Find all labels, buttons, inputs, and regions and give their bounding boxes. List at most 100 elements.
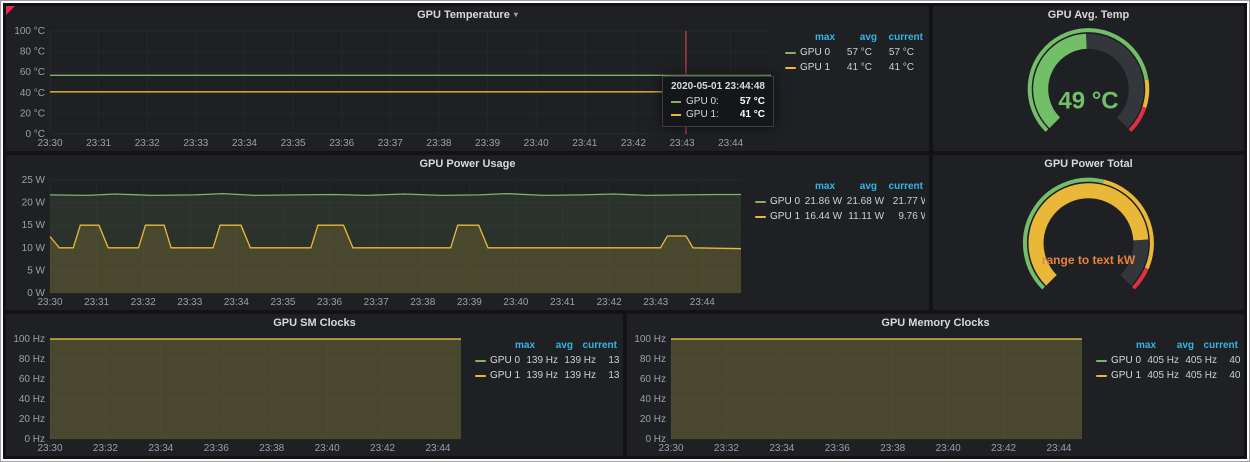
svg-text:23:31: 23:31 [84, 297, 109, 308]
gpu-power-total-gauge: range to text kW [937, 173, 1240, 308]
legend-row: GPU 141 °C41 °C41 °C [785, 60, 923, 75]
svg-text:23:34: 23:34 [148, 443, 173, 454]
svg-text:23:40: 23:40 [524, 138, 549, 149]
panel-title-gpu-temperature[interactable]: GPU Temperature ▾ [6, 6, 929, 24]
svg-text:23:44: 23:44 [718, 138, 743, 149]
legend-value: 41 °C [914, 60, 925, 75]
alert-corner-icon[interactable] [6, 6, 15, 15]
legend-series-name[interactable]: GPU 0 [1096, 353, 1141, 368]
svg-text:23:32: 23:32 [714, 443, 739, 454]
legend-value: 405 Hz [1217, 353, 1240, 368]
svg-text:100 °C: 100 °C [14, 26, 45, 37]
svg-text:23:44: 23:44 [425, 443, 450, 454]
tooltip-row: GPU 1: 41 °C [671, 108, 765, 121]
svg-text:40 Hz: 40 Hz [640, 394, 666, 405]
series-color-icon [1096, 360, 1107, 362]
dashboard-row-2: GPU Power Usage 0 W5 W10 W15 W20 W25 W23… [6, 155, 1244, 310]
legend-value: 139 Hz [520, 353, 558, 368]
svg-text:23:42: 23:42 [597, 297, 622, 308]
legend-gpu-temperature: maxavgcurrentGPU 057 °C57 °C57 °CGPU 141… [779, 24, 925, 149]
panel-title-gpu-power-usage[interactable]: GPU Power Usage [6, 155, 929, 173]
gpu-power-usage-chart[interactable]: 0 W5 W10 W15 W20 W25 W23:3023:3123:3223:… [10, 173, 749, 308]
panel-title-gpu-sm-clocks[interactable]: GPU SM Clocks [6, 314, 623, 332]
panel-title-text: GPU Memory Clocks [881, 317, 989, 329]
svg-text:100 Hz: 100 Hz [13, 334, 45, 345]
legend-value: 405 Hz [1179, 368, 1217, 383]
panel-gpu-memory-clocks: GPU Memory Clocks 0 Hz20 Hz40 Hz60 Hz80 … [627, 314, 1244, 456]
svg-text:23:43: 23:43 [643, 297, 668, 308]
legend-header-cell: max [497, 338, 535, 353]
svg-text:15 W: 15 W [22, 220, 46, 231]
svg-text:23:40: 23:40 [936, 443, 961, 454]
svg-text:23:42: 23:42 [621, 138, 646, 149]
svg-text:23:36: 23:36 [825, 443, 850, 454]
svg-text:23:34: 23:34 [224, 297, 249, 308]
svg-text:80 °C: 80 °C [20, 47, 45, 58]
svg-text:23:37: 23:37 [378, 138, 403, 149]
chart-tooltip: 2020-05-01 23:44:48 GPU 0: 57 °C GPU 1: … [662, 76, 774, 127]
chevron-down-icon: ▾ [514, 11, 518, 19]
gpu-memory-clocks-chart[interactable]: 0 Hz20 Hz40 Hz60 Hz80 Hz100 Hz23:3023:32… [631, 332, 1090, 454]
legend-value: 21.77 W [884, 194, 925, 209]
svg-text:60 °C: 60 °C [20, 67, 45, 78]
svg-text:range to text kW: range to text kW [1042, 253, 1136, 267]
svg-text:23:30: 23:30 [37, 443, 62, 454]
svg-text:23:34: 23:34 [232, 138, 257, 149]
svg-text:23:32: 23:32 [131, 297, 156, 308]
legend-header-cell: avg [835, 30, 877, 45]
legend-header-cell: max [1118, 338, 1156, 353]
svg-text:80 Hz: 80 Hz [19, 354, 45, 365]
legend-series-name[interactable]: GPU 0 [755, 194, 800, 209]
legend-value: 57 °C [830, 45, 872, 60]
svg-text:23:40: 23:40 [315, 443, 340, 454]
svg-text:23:44: 23:44 [1046, 443, 1071, 454]
svg-text:23:36: 23:36 [204, 443, 229, 454]
plot-area: 0 Hz20 Hz40 Hz60 Hz80 Hz100 Hz23:3023:32… [10, 332, 469, 454]
legend-series-name[interactable]: GPU 1 [1096, 368, 1141, 383]
svg-text:23:32: 23:32 [93, 443, 118, 454]
legend-series-name[interactable]: GPU 0 [475, 353, 520, 368]
gpu-sm-clocks-chart[interactable]: 0 Hz20 Hz40 Hz60 Hz80 Hz100 Hz23:3023:32… [10, 332, 469, 454]
legend-header: maxavgcurrent [1096, 338, 1238, 353]
series-color-icon [785, 52, 796, 54]
svg-text:60 Hz: 60 Hz [640, 374, 666, 385]
legend-row: GPU 1405 Hz405 Hz405 Hz [1096, 368, 1238, 383]
svg-text:20 Hz: 20 Hz [19, 414, 45, 425]
legend-header-cell: max [793, 30, 835, 45]
panel-body: 0 Hz20 Hz40 Hz60 Hz80 Hz100 Hz23:3023:32… [6, 332, 623, 456]
legend-value: 41 °C [872, 60, 914, 75]
svg-text:23:41: 23:41 [550, 297, 575, 308]
legend-series-name[interactable]: GPU 1 [475, 368, 520, 383]
panel-title-gpu-power-total[interactable]: GPU Power Total [933, 155, 1244, 173]
series-color-icon [785, 67, 796, 69]
svg-text:23:30: 23:30 [658, 443, 683, 454]
legend-header: maxavgcurrent [755, 179, 923, 194]
legend-series-name[interactable]: GPU 1 [785, 60, 830, 75]
svg-text:23:36: 23:36 [317, 297, 342, 308]
panel-gpu-temperature: GPU Temperature ▾ 0 °C20 °C40 °C60 °C80 … [6, 6, 929, 151]
legend-value: 139 Hz [596, 368, 619, 383]
svg-text:40 °C: 40 °C [20, 88, 45, 99]
legend-series-name[interactable]: GPU 0 [785, 45, 830, 60]
svg-text:100 Hz: 100 Hz [634, 334, 666, 345]
legend-value: 139 Hz [596, 353, 619, 368]
legend-value: 405 Hz [1179, 353, 1217, 368]
svg-text:23:38: 23:38 [259, 443, 284, 454]
svg-text:23:35: 23:35 [281, 138, 306, 149]
legend-header: maxavgcurrent [475, 338, 617, 353]
svg-text:23:34: 23:34 [769, 443, 794, 454]
legend-series-name[interactable]: GPU 1 [755, 209, 800, 224]
panel-title-gpu-memory-clocks[interactable]: GPU Memory Clocks [627, 314, 1244, 332]
panel-title-gpu-avg-temp[interactable]: GPU Avg. Temp [933, 6, 1244, 24]
panel-title-text: GPU Temperature [417, 9, 510, 21]
legend-row: GPU 057 °C57 °C57 °C [785, 45, 923, 60]
plot-area: 0 °C20 °C40 °C60 °C80 °C100 °C23:3023:31… [10, 24, 779, 149]
svg-text:25 W: 25 W [22, 175, 46, 186]
panel-body: range to text kW [933, 173, 1244, 310]
legend-gpu-power-usage: maxavgcurrentGPU 021.86 W21.68 W21.77 WG… [749, 173, 925, 308]
svg-text:10 W: 10 W [22, 243, 46, 254]
panel-title-text: GPU Avg. Temp [1048, 9, 1130, 21]
svg-text:23:35: 23:35 [270, 297, 295, 308]
legend-value: 57 °C [914, 45, 925, 60]
series-color-icon [1096, 375, 1107, 377]
